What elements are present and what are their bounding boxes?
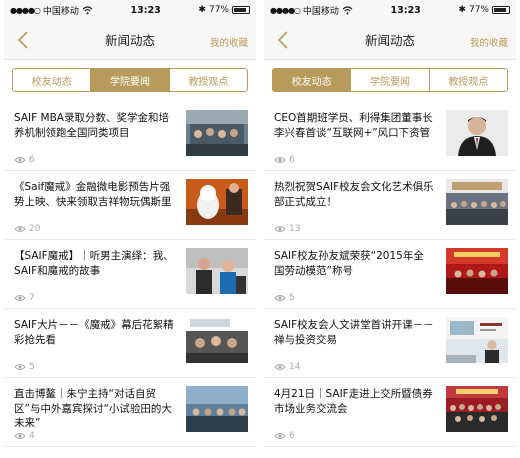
news-title: 《Saif魔戒》金融微电影预告片强势上映、快来领取吉祥物玩偶斯里 [14, 181, 172, 208]
news-thumbnail [446, 248, 508, 294]
view-count: 14 [274, 362, 300, 372]
news-thumbnail [446, 317, 508, 363]
tab-professor-views[interactable]: 教授观点 [429, 69, 507, 91]
news-title: CEO首期班学员、利得集团董事长李兴春首谈“互联网+”风口下资管 [274, 112, 433, 139]
wifi-icon [82, 5, 93, 14]
wifi-icon [342, 5, 353, 14]
news-thumbnail [446, 179, 508, 225]
favorites-link[interactable]: 我的收藏 [470, 35, 508, 49]
clock: 13:23 [130, 4, 161, 16]
news-title: SAIF MBA录取分数、奖学金和培养机制领跑全国同类项目 [14, 112, 169, 139]
list-item[interactable]: 《Saif魔戒》金融微电影预告片强势上映、快来领取吉祥物玩偶斯里 20 [4, 171, 256, 240]
back-chevron-icon[interactable] [14, 29, 34, 51]
news-title: 【SAIF魔戒】｜听男主演绎：我、SAIF和魔戒的故事 [14, 250, 174, 277]
list-item[interactable]: CEO首期班学员、利得集团董事长李兴春首谈“互联网+”风口下资管 6 [264, 102, 516, 171]
news-thumbnail [446, 110, 508, 156]
battery-percent: 77% [468, 5, 489, 15]
favorites-link[interactable]: 我的收藏 [210, 35, 248, 49]
news-thumbnail [446, 386, 508, 432]
nav-bar: 新闻动态 我的收藏 [4, 20, 256, 60]
news-title: 热烈祝贺SAIF校友会文化艺术俱乐部正式成立！ [274, 181, 434, 208]
eye-icon [274, 433, 286, 439]
news-thumbnail [186, 248, 248, 294]
tab-alumni-news[interactable]: 校友动态 [13, 69, 92, 91]
segmented-tabs: 校友动态 学院要闻 教授观点 [272, 68, 508, 92]
view-count-value: 6 [289, 431, 295, 441]
news-title: SAIF校友会人文讲堂首讲开课－－禅与投资交易 [274, 319, 434, 346]
back-chevron-icon[interactable] [274, 29, 294, 51]
view-count-value: 6 [29, 155, 35, 165]
battery-percent: 77% [208, 5, 229, 15]
view-count: 13 [274, 224, 300, 234]
tab-alumni-news[interactable]: 校友动态 [273, 69, 352, 91]
view-count: 5 [274, 293, 295, 303]
view-count: 6 [274, 431, 295, 441]
status-bar: ●●●●○ 中国移动 13:23 ✱ 77% [4, 0, 256, 20]
news-thumbnail [186, 179, 248, 225]
view-count-value: 20 [29, 224, 41, 234]
view-count-value: 13 [289, 224, 301, 234]
list-item[interactable]: SAIF校友会人文讲堂首讲开课－－禅与投资交易 14 [264, 309, 516, 378]
signal-icon: ●●●●○ [270, 5, 301, 15]
eye-icon [274, 157, 286, 163]
screen-left: ●●●●○ 中国移动 13:23 ✱ 77% 新闻动态 我的收藏 校友动态 学院… [4, 0, 256, 458]
view-count: 6 [274, 155, 295, 165]
news-thumbnail [186, 386, 248, 432]
news-title: SAIF校友孙友斌荣获“2015年全国劳动模范”称号 [274, 250, 424, 277]
bluetooth-icon: ✱ [198, 5, 206, 15]
list-item[interactable]: SAIF MBA录取分数、奖学金和培养机制领跑全国同类项目 6 [4, 102, 256, 171]
list-item[interactable]: SAIF校友孙友斌荣获“2015年全国劳动模范”称号 5 [264, 240, 516, 309]
signal-icon: ●●●●○ [10, 5, 41, 15]
eye-icon [14, 157, 26, 163]
list-item[interactable]: 4月21日｜SAIF走进上交所暨债券市场业务交流会 6 [264, 378, 516, 447]
battery-icon [491, 6, 510, 14]
news-thumbnail [186, 317, 248, 363]
carrier-label: 中国移动 [302, 6, 339, 17]
news-title: 直击博鳌｜朱宁主持“对话自贸区”与中外嘉宾探讨“小试验田的大未来” [14, 388, 172, 429]
screen-right: ●●●●○ 中国移动 13:23 ✱ 77% 新闻动态 我的收藏 校友动态 学院… [264, 0, 516, 458]
nav-bar: 新闻动态 我的收藏 [264, 20, 516, 60]
list-item[interactable]: 【SAIF魔戒】｜听男主演绎：我、SAIF和魔戒的故事 7 [4, 240, 256, 309]
view-count-value: 5 [29, 362, 35, 372]
tab-school-news[interactable]: 学院要闻 [91, 69, 170, 91]
eye-icon [274, 226, 286, 232]
view-count-value: 6 [289, 155, 295, 165]
battery-icon [231, 6, 250, 14]
view-count: 7 [14, 293, 35, 303]
tab-professor-views[interactable]: 教授观点 [169, 69, 247, 91]
view-count-value: 4 [29, 431, 35, 441]
eye-icon [274, 295, 286, 301]
tab-school-news[interactable]: 学院要闻 [351, 69, 430, 91]
eye-icon [14, 433, 26, 439]
view-count-value: 7 [29, 293, 35, 303]
carrier-label: 中国移动 [42, 6, 79, 17]
news-title: SAIF大片－－《魔戒》幕后花絮精彩抢先看 [14, 319, 174, 346]
list-item[interactable]: SAIF大片－－《魔戒》幕后花絮精彩抢先看 5 [4, 309, 256, 378]
view-count-value: 14 [289, 362, 301, 372]
page-title: 新闻动态 [104, 33, 155, 48]
page-title: 新闻动态 [364, 33, 415, 48]
view-count: 6 [14, 155, 35, 165]
view-count: 5 [14, 362, 35, 372]
eye-icon [274, 364, 286, 370]
news-list: SAIF MBA录取分数、奖学金和培养机制领跑全国同类项目 6 《Saif魔戒》… [4, 102, 256, 447]
list-item[interactable]: 直击博鳌｜朱宁主持“对话自贸区”与中外嘉宾探讨“小试验田的大未来” 4 [4, 378, 256, 447]
list-item[interactable]: 热烈祝贺SAIF校友会文化艺术俱乐部正式成立！ 13 [264, 171, 516, 240]
eye-icon [14, 364, 26, 370]
eye-icon [14, 295, 26, 301]
eye-icon [14, 226, 26, 232]
clock: 13:23 [390, 4, 421, 16]
news-list: CEO首期班学员、利得集团董事长李兴春首谈“互联网+”风口下资管 6 热烈祝贺S… [264, 102, 516, 447]
bluetooth-icon: ✱ [458, 5, 466, 15]
status-bar: ●●●●○ 中国移动 13:23 ✱ 77% [264, 0, 516, 20]
view-count: 20 [14, 224, 40, 234]
news-title: 4月21日｜SAIF走进上交所暨债券市场业务交流会 [274, 388, 433, 415]
news-thumbnail [186, 110, 248, 156]
view-count: 4 [14, 431, 35, 441]
segmented-tabs: 校友动态 学院要闻 教授观点 [12, 68, 248, 92]
view-count-value: 5 [289, 293, 295, 303]
